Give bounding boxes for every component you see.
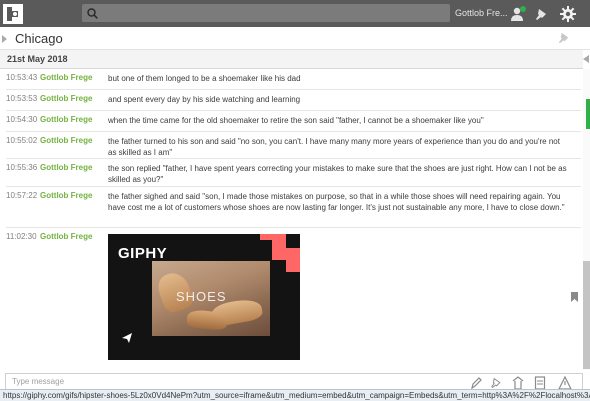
message-row: 10:54:30 Gottlob Frege when the time cam… — [6, 112, 581, 132]
message-author[interactable]: Gottlob Frege — [40, 163, 92, 172]
collapse-left-icon[interactable] — [2, 35, 7, 43]
message-text: and spent every day by his side watching… — [108, 95, 301, 104]
search-input[interactable] — [82, 4, 450, 22]
message-timestamp: 10:55:36 — [6, 163, 38, 172]
message-text: when the time came for the old shoemaker… — [108, 116, 484, 125]
user-name[interactable]: Gottlob Fre... — [455, 8, 508, 18]
message-text: the father turned to his son and said "n… — [108, 137, 560, 157]
app-logo-icon[interactable] — [0, 0, 26, 27]
message-timestamp: 10:53:53 — [6, 94, 38, 103]
browser-status-bar: https://giphy.com/gifs/hipster-shoes-5Lz… — [0, 389, 590, 401]
message-author[interactable]: Gottlob Frege — [40, 73, 92, 82]
gear-icon[interactable] — [559, 5, 577, 23]
room-header: Chicago — [0, 27, 590, 50]
user-icon[interactable] — [509, 5, 527, 23]
send-icon[interactable] — [121, 332, 133, 346]
message-timestamp: 11:02:30 — [6, 232, 37, 241]
message-text: but one of them longed to be a shoemaker… — [108, 74, 301, 83]
message-row: 10:55:02 Gottlob Frege the father turned… — [6, 133, 581, 159]
message-input[interactable] — [12, 377, 432, 386]
bookmark-icon[interactable] — [571, 292, 578, 304]
gif-caption: SHOES — [176, 289, 227, 304]
message-row: 10:53:43 Gottlob Frege but one of them l… — [6, 70, 581, 90]
message-row: 10:57:22 Gottlob Frege the father sighed… — [6, 188, 581, 228]
status-url: https://giphy.com/gifs/hipster-shoes-5Lz… — [3, 391, 590, 400]
search-icon — [87, 7, 98, 19]
scrollbar-thumb[interactable] — [583, 261, 590, 369]
date-divider: 21st May 2018 — [0, 50, 583, 69]
message-author[interactable]: Gottlob Frege — [40, 94, 92, 103]
pin-icon[interactable] — [558, 31, 572, 47]
message-row: 10:53:53 Gottlob Frege and spent every d… — [6, 91, 581, 111]
gif-image: SHOES — [152, 261, 270, 336]
message-timestamp: 10:53:43 — [6, 73, 38, 82]
message-text: the son replied "father, I have spent ye… — [108, 164, 567, 184]
message-timestamp: 10:54:30 — [6, 115, 38, 124]
message-row: 10:55:36 Gottlob Frege the son replied "… — [6, 160, 581, 187]
message-author[interactable]: Gottlob Frege — [40, 232, 92, 241]
message-timestamp: 10:57:22 — [6, 191, 38, 200]
collapse-right-icon[interactable] — [583, 55, 589, 63]
message-author[interactable]: Gottlob Frege — [40, 115, 92, 124]
message-author[interactable]: Gottlob Frege — [40, 191, 92, 200]
message-timestamp: 10:55:02 — [6, 136, 38, 145]
top-bar: Gottlob Fre... — [0, 0, 590, 27]
date-label: 21st May 2018 — [7, 54, 68, 64]
giphy-logo: GIPHY — [118, 245, 168, 262]
giphy-embed[interactable]: GIPHY SHOES — [108, 234, 300, 360]
room-title: Chicago — [15, 31, 63, 46]
bell-icon[interactable] — [533, 5, 551, 23]
unread-indicator — [586, 99, 590, 129]
message-text: the father sighed and said "son, I made … — [108, 192, 565, 212]
message-author[interactable]: Gottlob Frege — [40, 136, 92, 145]
